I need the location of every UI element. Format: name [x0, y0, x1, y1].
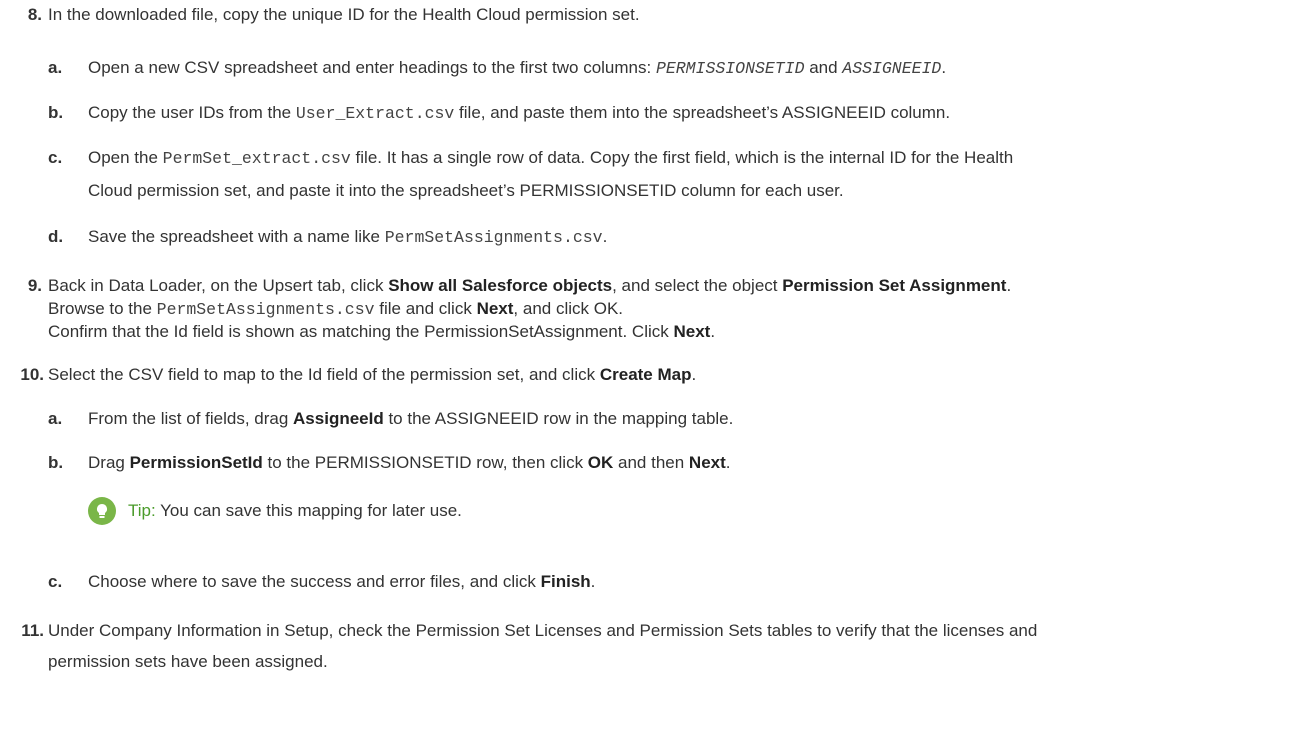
substep-10b-text: Drag PermissionSetId to the PERMISSIONSE…	[88, 452, 731, 474]
substep-10c-text: Choose where to save the success and err…	[88, 571, 595, 593]
text-run: Back in Data Loader, on the Upsert tab, …	[48, 276, 389, 295]
tip-text: You can save this mapping for later use.	[155, 501, 462, 520]
ui-label-show-all-objects: Show all Salesforce objects	[388, 276, 613, 295]
text-run: .	[602, 227, 608, 246]
text-run: file, and paste them into the spreadshee…	[454, 103, 951, 122]
step-number: 10.	[20, 365, 44, 384]
code-heading-permissionsetid: PERMISSIONSETID	[655, 59, 805, 78]
step-number: 8.	[27, 5, 42, 24]
step-number: 9.	[27, 276, 42, 295]
step-9-line1: Back in Data Loader, on the Upsert tab, …	[48, 275, 1011, 297]
substep-8d-text: Save the spreadsheet with a name like Pe…	[88, 226, 607, 249]
step-10-text: Select the CSV field to map to the Id fi…	[48, 364, 696, 386]
text-run: Open the	[88, 148, 163, 167]
text-run: .	[710, 322, 716, 341]
text-run: Save the spreadsheet with a name like	[88, 227, 385, 246]
ui-label-permission-set-assignment: Permission Set Assignment	[782, 276, 1007, 295]
substep-letter: c.	[48, 572, 63, 591]
code-filename: PermSetAssignments.csv	[156, 300, 375, 319]
text-run: , and select the object	[612, 276, 783, 295]
text-run: Select the CSV field to map to the Id fi…	[48, 365, 600, 384]
text-run: .	[590, 572, 596, 591]
substep-letter: a.	[48, 409, 63, 428]
text-run: Open a new CSV spreadsheet and enter hea…	[88, 58, 656, 77]
text-run: and	[804, 58, 843, 77]
text-run: .	[1006, 276, 1012, 295]
step-11-line2: permission sets have been assigned.	[48, 651, 328, 673]
text-run: Drag	[88, 453, 130, 472]
step-text: In the downloaded file, copy the unique …	[48, 4, 640, 26]
code-filename: User_Extract.csv	[295, 104, 455, 123]
text-run: .	[941, 58, 947, 77]
text-run: to the PERMISSIONSETID row, then click	[262, 453, 588, 472]
step-9-line3: Confirm that the Id field is shown as ma…	[48, 321, 715, 343]
substep-8c-text: Open the PermSet_extract.csv file. It ha…	[88, 147, 1013, 170]
substep-10a-text: From the list of fields, drag AssigneeId…	[88, 408, 733, 430]
code-filename: PermSetAssignments.csv	[384, 228, 603, 247]
substep-8b-text: Copy the user IDs from the User_Extract.…	[88, 102, 950, 125]
tip-callout: Tip: You can save this mapping for later…	[128, 500, 462, 522]
text-run: Confirm that the Id field is shown as ma…	[48, 322, 674, 341]
lightbulb-glyph	[97, 504, 107, 518]
ui-label-ok: OK	[587, 453, 614, 472]
substep-letter: b.	[48, 103, 64, 122]
code-heading-assigneeid: ASSIGNEEID	[842, 59, 942, 78]
ui-label-next: Next	[673, 322, 711, 341]
text-run: .	[725, 453, 731, 472]
ui-label-finish: Finish	[540, 572, 591, 591]
ui-label-create-map: Create Map	[599, 365, 692, 384]
text-run: , and click OK.	[513, 299, 624, 318]
substep-8c-text-line2: Cloud permission set, and paste it into …	[88, 180, 844, 202]
ui-label-assigneeid: AssigneeId	[293, 409, 384, 428]
step-9-line2: Browse to the PermSetAssignments.csv fil…	[48, 298, 623, 321]
substep-8a-text: Open a new CSV spreadsheet and enter hea…	[88, 57, 946, 80]
text-run: Under Company Information in Setup, chec…	[48, 621, 1038, 640]
document-page: 8. In the downloaded file, copy the uniq…	[0, 0, 1315, 742]
code-filename: PermSet_extract.csv	[162, 149, 351, 168]
text-run: file. It has a single row of data. Copy …	[350, 148, 1014, 167]
step-number: 11.	[21, 621, 44, 640]
ui-label-permissionsetid: PermissionSetId	[129, 453, 263, 472]
text-run: file and click	[374, 299, 477, 318]
text-run: From the list of fields, drag	[88, 409, 294, 428]
text-run: permission sets have been assigned.	[48, 652, 328, 671]
text-run: Copy the user IDs from the	[88, 103, 296, 122]
text-run: and then	[613, 453, 689, 472]
step-8-text: In the downloaded file, copy the unique …	[48, 5, 640, 24]
substep-letter: b.	[48, 453, 64, 472]
ui-label-next: Next	[476, 299, 514, 318]
text-run: to the ASSIGNEEID row in the mapping tab…	[383, 409, 734, 428]
tip-label: Tip:	[128, 501, 156, 520]
substep-letter: d.	[48, 227, 64, 246]
lightbulb-icon	[88, 497, 116, 525]
ui-label-next: Next	[688, 453, 726, 472]
substep-letter: a.	[48, 58, 63, 77]
substep-letter: c.	[48, 148, 63, 167]
step-11-line1: Under Company Information in Setup, chec…	[48, 620, 1037, 642]
text-run: Browse to the	[48, 299, 157, 318]
text-run: Choose where to save the success and err…	[88, 572, 541, 591]
text-run: Cloud permission set, and paste it into …	[88, 181, 844, 200]
text-run: .	[691, 365, 697, 384]
